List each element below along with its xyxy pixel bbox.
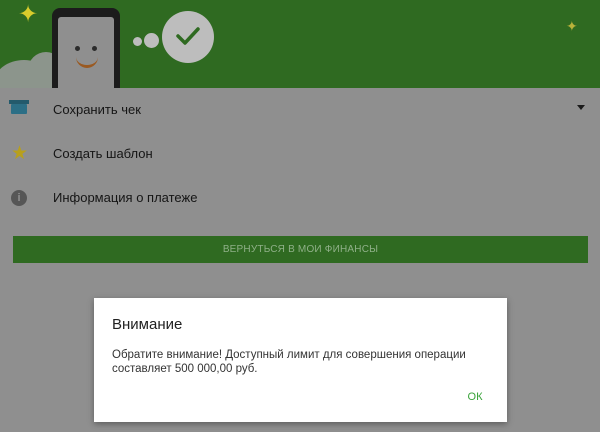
receipt-icon — [9, 100, 29, 114]
phone-eye — [92, 46, 97, 51]
info-icon: i — [11, 190, 27, 206]
create-template-label: Создать шаблон — [53, 146, 153, 161]
chevron-down-icon[interactable] — [577, 105, 585, 110]
save-receipt-item[interactable]: Сохранить чек — [0, 88, 600, 132]
phone-smile — [76, 57, 98, 68]
phone-eye — [75, 46, 80, 51]
return-to-finances-button[interactable]: ВЕРНУТЬСЯ В МОИ ФИНАНСЫ — [13, 236, 588, 263]
dialog-message: Обратите внимание! Доступный лимит для с… — [112, 349, 466, 375]
payment-info-item[interactable]: i Информация о платеже — [0, 176, 600, 220]
star-icon: ★ — [11, 143, 29, 164]
sparkle-icon: ✦ — [18, 1, 39, 28]
checkmark-icon — [162, 11, 214, 63]
bubble-dot — [144, 33, 159, 48]
payment-info-label: Информация о платеже — [53, 190, 198, 205]
alert-dialog: Внимание Обратите внимание! Доступный ли… — [94, 298, 507, 422]
success-header: ✦ ✦ — [0, 0, 600, 88]
create-template-item[interactable]: ★ Создать шаблон — [0, 132, 600, 176]
ok-button[interactable]: ОК — [457, 388, 493, 406]
sparkle-icon: ✦ — [566, 18, 578, 34]
phone-illustration — [52, 8, 120, 88]
dialog-title: Внимание — [112, 316, 183, 333]
phone-screen — [58, 17, 114, 88]
bubble-dot — [133, 37, 142, 46]
save-receipt-label: Сохранить чек — [53, 102, 141, 117]
payment-actions-list: Сохранить чек ★ Создать шаблон i Информа… — [0, 88, 600, 220]
